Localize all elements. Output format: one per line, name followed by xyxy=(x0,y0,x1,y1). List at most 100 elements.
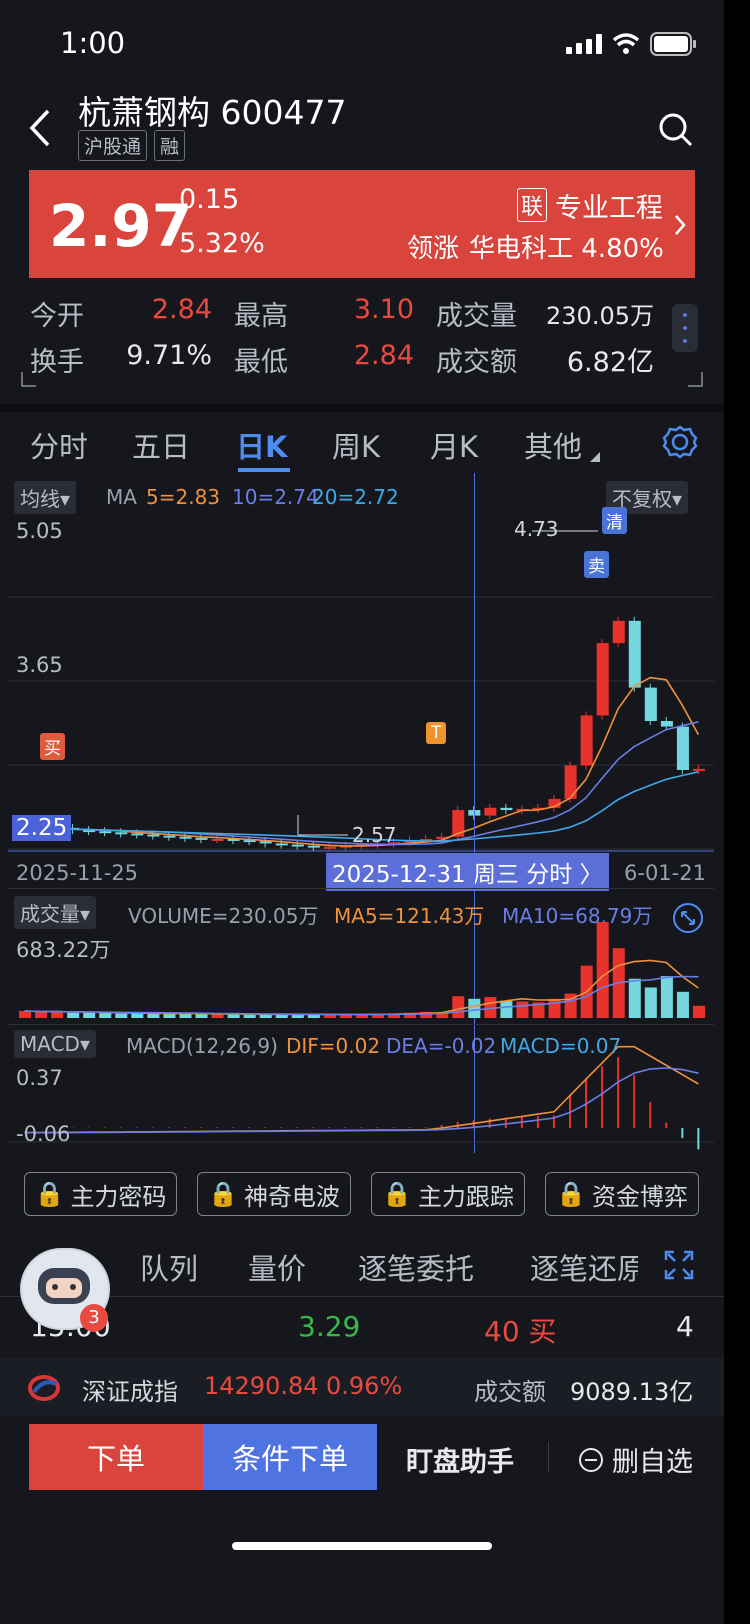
candle xyxy=(612,620,625,644)
macd-indicator-menu[interactable]: MACD▾ xyxy=(14,1030,96,1058)
signal-icon xyxy=(566,34,602,54)
crosshair-date[interactable]: 2025-12-31 周三 分时 〉 xyxy=(326,853,609,891)
tab-five-day[interactable]: 五日 xyxy=(132,424,190,466)
tab-order-flow[interactable]: 逐笔委托 xyxy=(358,1246,474,1288)
candle xyxy=(131,833,144,836)
feature-button-tracking[interactable]: 🔒 主力跟踪 xyxy=(371,1172,525,1216)
home-indicator[interactable] xyxy=(232,1542,492,1550)
tab-queue[interactable]: 队列 xyxy=(140,1246,198,1288)
index-value: 14290.84 xyxy=(204,1372,319,1400)
ma20-value: 20=2.72 xyxy=(312,485,399,509)
sector-name: 专业工程 xyxy=(555,193,663,224)
tab-indicator xyxy=(238,468,290,472)
conditional-order-button[interactable]: 条件下单 xyxy=(203,1424,377,1490)
tab-volume-price[interactable]: 量价 xyxy=(248,1246,306,1288)
volume-bar xyxy=(227,1014,240,1018)
candle xyxy=(211,838,224,841)
candle xyxy=(676,726,689,770)
y-axis-low: 2.25 xyxy=(12,815,72,841)
volume-chart[interactable]: 成交量▾ VOLUME=230.05万 MA5=121.43万 MA10=68.… xyxy=(8,888,714,1020)
macd-dif: DIF=0.02 xyxy=(286,1034,381,1058)
lock-icon: 🔒 xyxy=(208,1180,238,1208)
fullscreen-icon[interactable] xyxy=(664,1250,694,1280)
kline-chart[interactable]: 均线▾ MA 5=2.83 10=2.74 20=2.72 不复权▾ 5.05 … xyxy=(8,473,714,891)
volume-bar xyxy=(51,1011,64,1018)
date-end: 6-01-21 xyxy=(624,861,706,885)
feature-button-main-code[interactable]: 🔒 主力密码 xyxy=(24,1172,177,1216)
macd-indicator-menu-label: MACD xyxy=(20,1032,80,1056)
candle xyxy=(596,643,609,716)
candle xyxy=(115,832,128,835)
macd-dif-line xyxy=(24,1045,699,1134)
tab-more-triangle-icon xyxy=(590,452,600,462)
price-change: 0.15 xyxy=(179,184,240,215)
stock-title: 杭萧钢构 600477 xyxy=(78,93,347,132)
candle xyxy=(692,768,705,771)
tab-weekly-k[interactable]: 周K xyxy=(332,424,380,466)
stat-value-turnover: 9.71% xyxy=(126,340,212,371)
bottom-safe-area xyxy=(0,1516,724,1624)
y-axis-mid: 3.65 xyxy=(16,653,63,677)
tab-intraday[interactable]: 分时 xyxy=(30,424,88,466)
candle xyxy=(580,715,593,766)
index-amount: 9089.13亿 xyxy=(570,1378,694,1406)
search-icon[interactable] xyxy=(658,112,694,148)
tab-monthly-k[interactable]: 月K xyxy=(430,424,478,466)
remove-watch-button[interactable]: 删自选 xyxy=(578,1440,693,1479)
macd-y-low: -0.06 xyxy=(16,1122,71,1146)
feature-button-wave[interactable]: 🔒 神奇电波 xyxy=(197,1172,351,1216)
tab-daily-k[interactable]: 日K xyxy=(236,424,287,466)
volume-bar xyxy=(548,998,561,1018)
assistant-badge: 3 xyxy=(80,1304,108,1332)
back-icon[interactable] xyxy=(28,108,52,148)
candle xyxy=(291,844,304,847)
tab-more[interactable]: 其他 xyxy=(524,424,582,466)
action-bar: 下单 条件下单 盯盘助手 删自选 xyxy=(0,1416,724,1516)
watch-assistant-button[interactable]: 盯盘助手 xyxy=(406,1440,514,1479)
tag-margin: 融 xyxy=(154,130,186,161)
volume-bar xyxy=(67,1012,80,1018)
volume-bar xyxy=(147,1013,160,1018)
signal-clear[interactable]: 清 xyxy=(602,507,627,534)
ma-indicator-menu[interactable]: 均线▾ xyxy=(14,481,77,514)
settings-gear-icon[interactable] xyxy=(662,424,698,460)
volume-bar xyxy=(19,1011,32,1018)
corner-right-icon xyxy=(688,372,703,387)
more-icon[interactable] xyxy=(672,304,698,352)
price-change-pct: 5.32% xyxy=(179,228,265,259)
index-name: 深证成指 xyxy=(82,1378,178,1406)
feature-label: 主力密码 xyxy=(70,1182,167,1211)
signal-sell[interactable]: 卖 xyxy=(584,551,609,578)
volume-bar xyxy=(452,996,465,1018)
candle xyxy=(644,687,657,722)
candle xyxy=(275,843,288,846)
wifi-icon xyxy=(612,33,640,54)
remove-watch-label: 删自选 xyxy=(612,1447,693,1478)
tab-trade-replay[interactable]: 逐笔还原 xyxy=(530,1246,638,1288)
quote-card[interactable]: 2.97 0.15 5.32% 联 专业工程 领涨 华电科工 4.80% xyxy=(29,170,695,278)
macd-params: MACD(12,26,9) xyxy=(126,1034,278,1058)
low-marker: 2.57 xyxy=(352,823,397,847)
volume-bar xyxy=(468,998,481,1018)
tick-volume: 40 买 xyxy=(484,1315,557,1348)
szse-logo-icon xyxy=(28,1375,60,1401)
signal-buy[interactable]: 买 xyxy=(40,733,65,760)
signal-t[interactable]: T xyxy=(426,722,447,744)
index-bar[interactable]: 深证成指 14290.84 0.96% 成交额 9089.13亿 xyxy=(0,1358,724,1416)
stat-value-volume: 230.05万 xyxy=(546,302,654,330)
macd-dea-line xyxy=(24,1067,699,1134)
volume-bar xyxy=(131,1013,144,1018)
leader-label: 领涨 xyxy=(407,234,460,264)
candle xyxy=(195,837,208,840)
volume-bar xyxy=(676,991,689,1018)
macd-chart[interactable]: MACD▾ MACD(12,26,9) DIF=0.02 DEA=-0.02 M… xyxy=(8,1024,714,1152)
stats-panel: 今开 2.84 最高 3.10 成交量 230.05万 换手 9.71% 最低 … xyxy=(0,290,724,400)
order-button[interactable]: 下单 xyxy=(29,1424,203,1490)
ma-prefix: MA xyxy=(106,485,137,509)
feature-button-capital[interactable]: 🔒 资金博弈 xyxy=(545,1172,699,1216)
y-axis-top: 5.05 xyxy=(16,519,63,543)
stat-value-open: 2.84 xyxy=(151,294,212,325)
app-screen: 1:00 杭萧钢构 600477 沪股通 融 2.97 0.15 5.32% 联… xyxy=(0,0,724,1624)
volume-bar xyxy=(211,1014,224,1018)
current-price: 2.97 xyxy=(49,192,193,260)
